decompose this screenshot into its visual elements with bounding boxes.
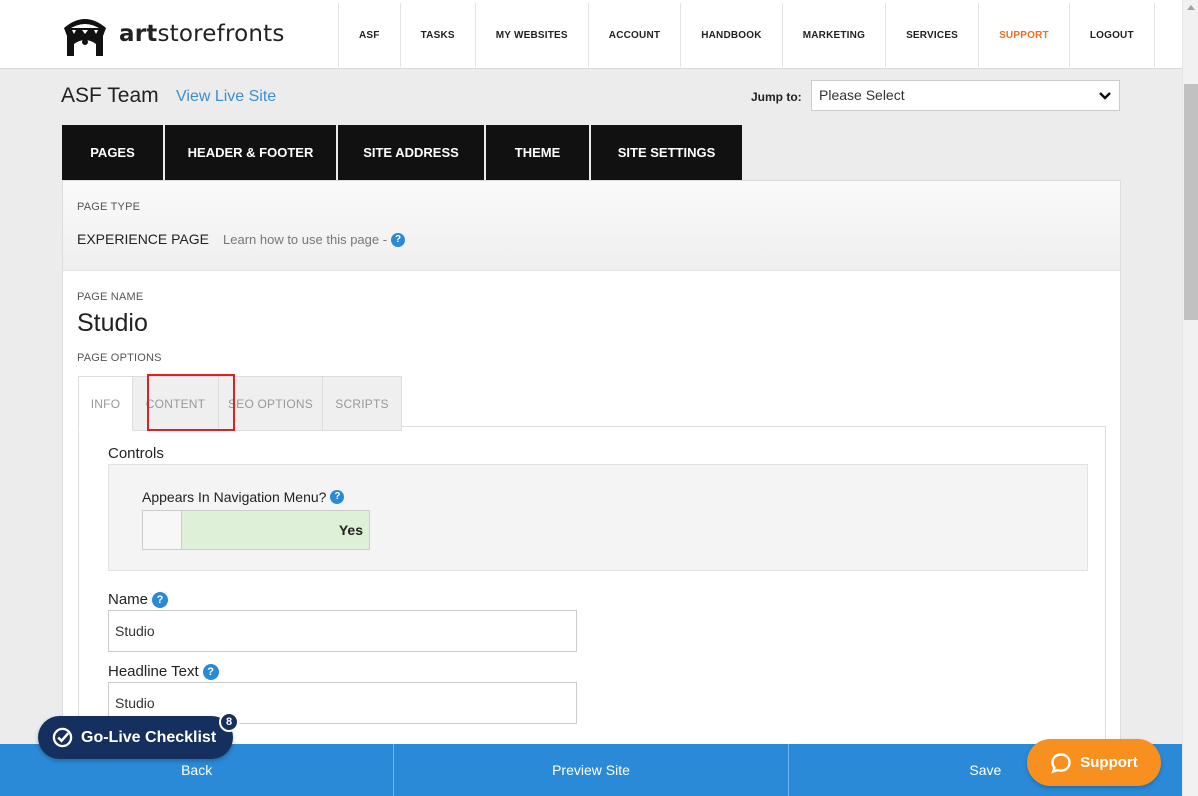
jump-to-select-value: Please Select — [819, 87, 905, 103]
page-options-label: PAGE OPTIONS — [77, 352, 162, 364]
chevron-down-icon — [1099, 92, 1111, 100]
help-icon[interactable]: ? — [391, 232, 406, 247]
site-editor-tabs: PAGES HEADER & FOOTER SITE ADDRESS THEME… — [62, 125, 744, 180]
preview-site-button[interactable]: Preview Site — [394, 744, 789, 796]
name-input[interactable]: Studio — [108, 610, 577, 652]
nav-item-logout[interactable]: LOGOUT — [1070, 3, 1155, 67]
go-live-checklist-button[interactable]: Go-Live Checklist — [38, 716, 233, 759]
learn-how-text: Learn how to use this page - — [223, 232, 388, 247]
name-label-text: Name — [108, 591, 149, 608]
tab-header-footer[interactable]: HEADER & FOOTER — [165, 125, 336, 180]
page-options-tabs: INFO CONTENT SEO OPTIONS SCRIPTS — [78, 374, 402, 431]
checklist-count-badge: 8 — [219, 712, 239, 732]
headline-label: Headline Text ? — [108, 663, 219, 680]
help-icon[interactable]: ? — [330, 490, 345, 504]
site-title: ASF Team — [61, 84, 159, 107]
nav-item-handbook[interactable]: HANDBOOK — [681, 3, 783, 67]
tab-theme[interactable]: THEME — [486, 125, 589, 180]
check-circle-icon — [52, 727, 73, 748]
nav-item-marketing[interactable]: MARKETING — [783, 3, 887, 67]
main-nav: ASF TASKS MY WEBSITES ACCOUNT HANDBOOK M… — [338, 3, 1155, 67]
scroll-up-arrow-icon[interactable] — [1187, 5, 1195, 10]
tab-pages[interactable]: PAGES — [62, 125, 163, 180]
tab-seo-options[interactable]: SEO OPTIONS — [219, 376, 323, 431]
support-chat-button[interactable]: Support — [1027, 739, 1161, 786]
logo-text: artstorefronts — [119, 21, 285, 47]
nav-item-account[interactable]: ACCOUNT — [589, 3, 682, 67]
top-navigation-bar: artstorefronts ASF TASKS MY WEBSITES ACC… — [0, 0, 1182, 69]
nav-item-support[interactable]: SUPPORT — [979, 3, 1070, 67]
nav-menu-toggle[interactable]: Yes — [142, 510, 370, 550]
tab-content[interactable]: CONTENT — [133, 376, 219, 431]
name-label: Name ? — [108, 591, 169, 608]
tab-site-address[interactable]: SITE ADDRESS — [338, 125, 484, 180]
headline-label-text: Headline Text — [108, 663, 199, 680]
page-type-value: EXPERIENCE PAGE — [77, 231, 210, 247]
nav-item-my-websites[interactable]: MY WEBSITES — [476, 3, 589, 67]
learn-how-link[interactable]: Learn how to use this page - ? — [223, 232, 406, 247]
page-name-label: PAGE NAME — [77, 291, 144, 303]
nav-menu-question: Appears In Navigation Menu? ? — [142, 489, 345, 505]
controls-title: Controls — [108, 445, 164, 462]
chat-bubble-icon — [1051, 752, 1071, 774]
controls-box: Appears In Navigation Menu? ? Yes — [108, 464, 1088, 571]
jump-to-select[interactable]: Please Select — [811, 80, 1120, 111]
nav-menu-question-text: Appears In Navigation Menu? — [142, 489, 327, 505]
tab-scripts[interactable]: SCRIPTS — [323, 376, 402, 431]
tab-info[interactable]: INFO — [78, 376, 133, 431]
nav-item-asf[interactable]: ASF — [339, 3, 401, 67]
toggle-knob[interactable] — [143, 511, 182, 549]
jump-to-label: Jump to: — [751, 90, 802, 104]
page-type-label: PAGE TYPE — [77, 201, 141, 213]
page-name: Studio — [77, 309, 148, 337]
toggle-value: Yes — [338, 522, 363, 538]
page-type-section: PAGE TYPE EXPERIENCE PAGE Learn how to u… — [63, 181, 1120, 271]
storefront-logo-icon — [64, 19, 106, 56]
help-icon[interactable]: ? — [152, 591, 169, 608]
nav-item-tasks[interactable]: TASKS — [401, 3, 476, 67]
scroll-thumb[interactable] — [1184, 84, 1198, 320]
support-label: Support — [1080, 754, 1138, 771]
artstorefronts-logo[interactable]: artstorefronts — [60, 10, 285, 58]
page-scrollbar[interactable] — [1182, 0, 1198, 796]
page-editor-panel: PAGE TYPE EXPERIENCE PAGE Learn how to u… — [62, 180, 1121, 766]
tab-site-settings[interactable]: SITE SETTINGS — [591, 125, 742, 180]
go-live-checklist-label: Go-Live Checklist — [81, 728, 217, 746]
nav-item-services[interactable]: SERVICES — [886, 3, 980, 67]
help-icon[interactable]: ? — [202, 663, 219, 680]
view-live-site-link[interactable]: View Live Site — [176, 88, 276, 106]
